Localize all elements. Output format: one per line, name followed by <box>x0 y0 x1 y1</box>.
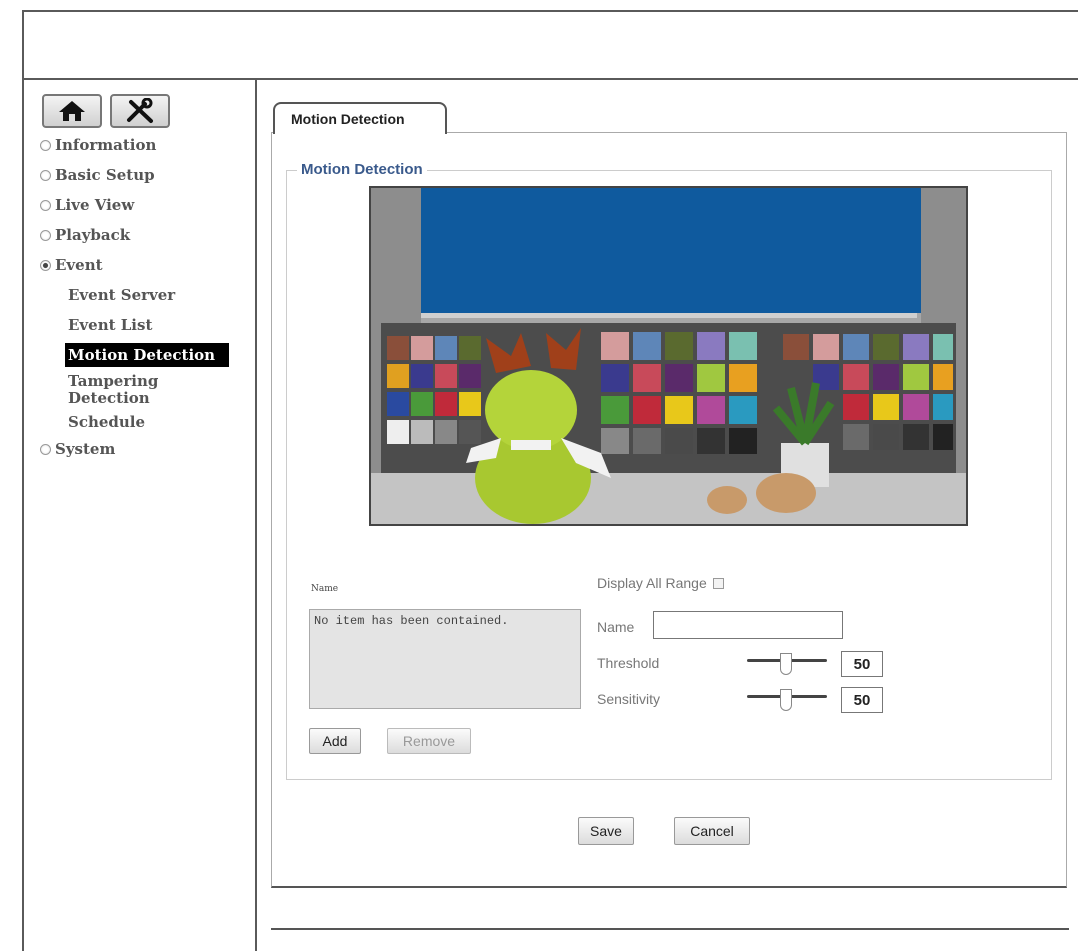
sidebar-subitem-event-list[interactable]: Event List <box>68 310 250 340</box>
radio-icon <box>40 443 51 455</box>
threshold-slider[interactable] <box>747 653 827 675</box>
header-band <box>24 12 1078 80</box>
sidebar-subitem-event-server[interactable]: Event Server <box>68 280 250 310</box>
sidebar: Information Basic Setup Live View Playba… <box>24 80 257 951</box>
camera-preview[interactable] <box>369 186 968 526</box>
sidebar-item-system[interactable]: System <box>40 434 250 464</box>
sidebar-menu: Information Basic Setup Live View Playba… <box>40 130 250 464</box>
radio-selected-icon <box>40 259 51 271</box>
radio-icon <box>40 139 51 151</box>
home-icon <box>59 101 85 121</box>
name-label: Name <box>597 619 635 635</box>
sidebar-item-live-view[interactable]: Live View <box>40 190 250 220</box>
sensitivity-value[interactable]: 50 <box>841 687 883 713</box>
name-input[interactable] <box>653 611 843 639</box>
camera-preview-image <box>371 188 966 524</box>
event-submenu: Event Server Event List Motion Detection… <box>40 280 250 434</box>
slider-thumb[interactable] <box>780 653 792 675</box>
cancel-button[interactable]: Cancel <box>674 817 750 845</box>
list-header-name: Name <box>311 584 339 594</box>
section-title: Motion Detection <box>297 161 427 178</box>
radio-icon <box>40 199 51 211</box>
add-button[interactable]: Add <box>309 728 361 754</box>
region-list[interactable]: No item has been contained. <box>309 609 581 709</box>
radio-icon <box>40 229 51 241</box>
motion-detection-section: Motion Detection Name No item has been c… <box>286 161 1052 780</box>
region-list-empty-text: No item has been contained. <box>314 614 509 628</box>
main-content: Motion Detection Motion Detection Name N… <box>259 80 1078 951</box>
sidebar-subitem-motion-detection[interactable]: Motion Detection <box>65 340 250 370</box>
home-button[interactable] <box>42 94 102 128</box>
tools-icon <box>127 98 153 123</box>
tab-motion-detection[interactable]: Motion Detection <box>273 102 447 134</box>
remove-button[interactable]: Remove <box>387 728 471 754</box>
sidebar-item-basic-setup[interactable]: Basic Setup <box>40 160 250 190</box>
threshold-value[interactable]: 50 <box>841 651 883 677</box>
sidebar-item-event[interactable]: Event <box>40 250 250 280</box>
threshold-label: Threshold <box>597 655 660 671</box>
nav-buttons <box>42 94 170 128</box>
settings-panel: Motion Detection Name No item has been c… <box>271 132 1067 888</box>
sidebar-item-information[interactable]: Information <box>40 130 250 160</box>
slider-thumb[interactable] <box>780 689 792 711</box>
sensitivity-slider[interactable] <box>747 689 827 711</box>
display-all-range-row: Display All Range <box>597 575 724 591</box>
sidebar-subitem-tampering-detection[interactable]: Tampering Detection <box>68 370 178 410</box>
sidebar-item-playback[interactable]: Playback <box>40 220 250 250</box>
app-frame: Information Basic Setup Live View Playba… <box>22 10 1078 951</box>
sensitivity-label: Sensitivity <box>597 691 661 707</box>
radio-icon <box>40 169 51 181</box>
sidebar-subitem-schedule[interactable]: Schedule <box>68 410 250 434</box>
save-button[interactable]: Save <box>578 817 634 845</box>
settings-button[interactable] <box>110 94 170 128</box>
footer-divider <box>271 928 1069 930</box>
display-all-range-checkbox[interactable] <box>712 577 724 589</box>
